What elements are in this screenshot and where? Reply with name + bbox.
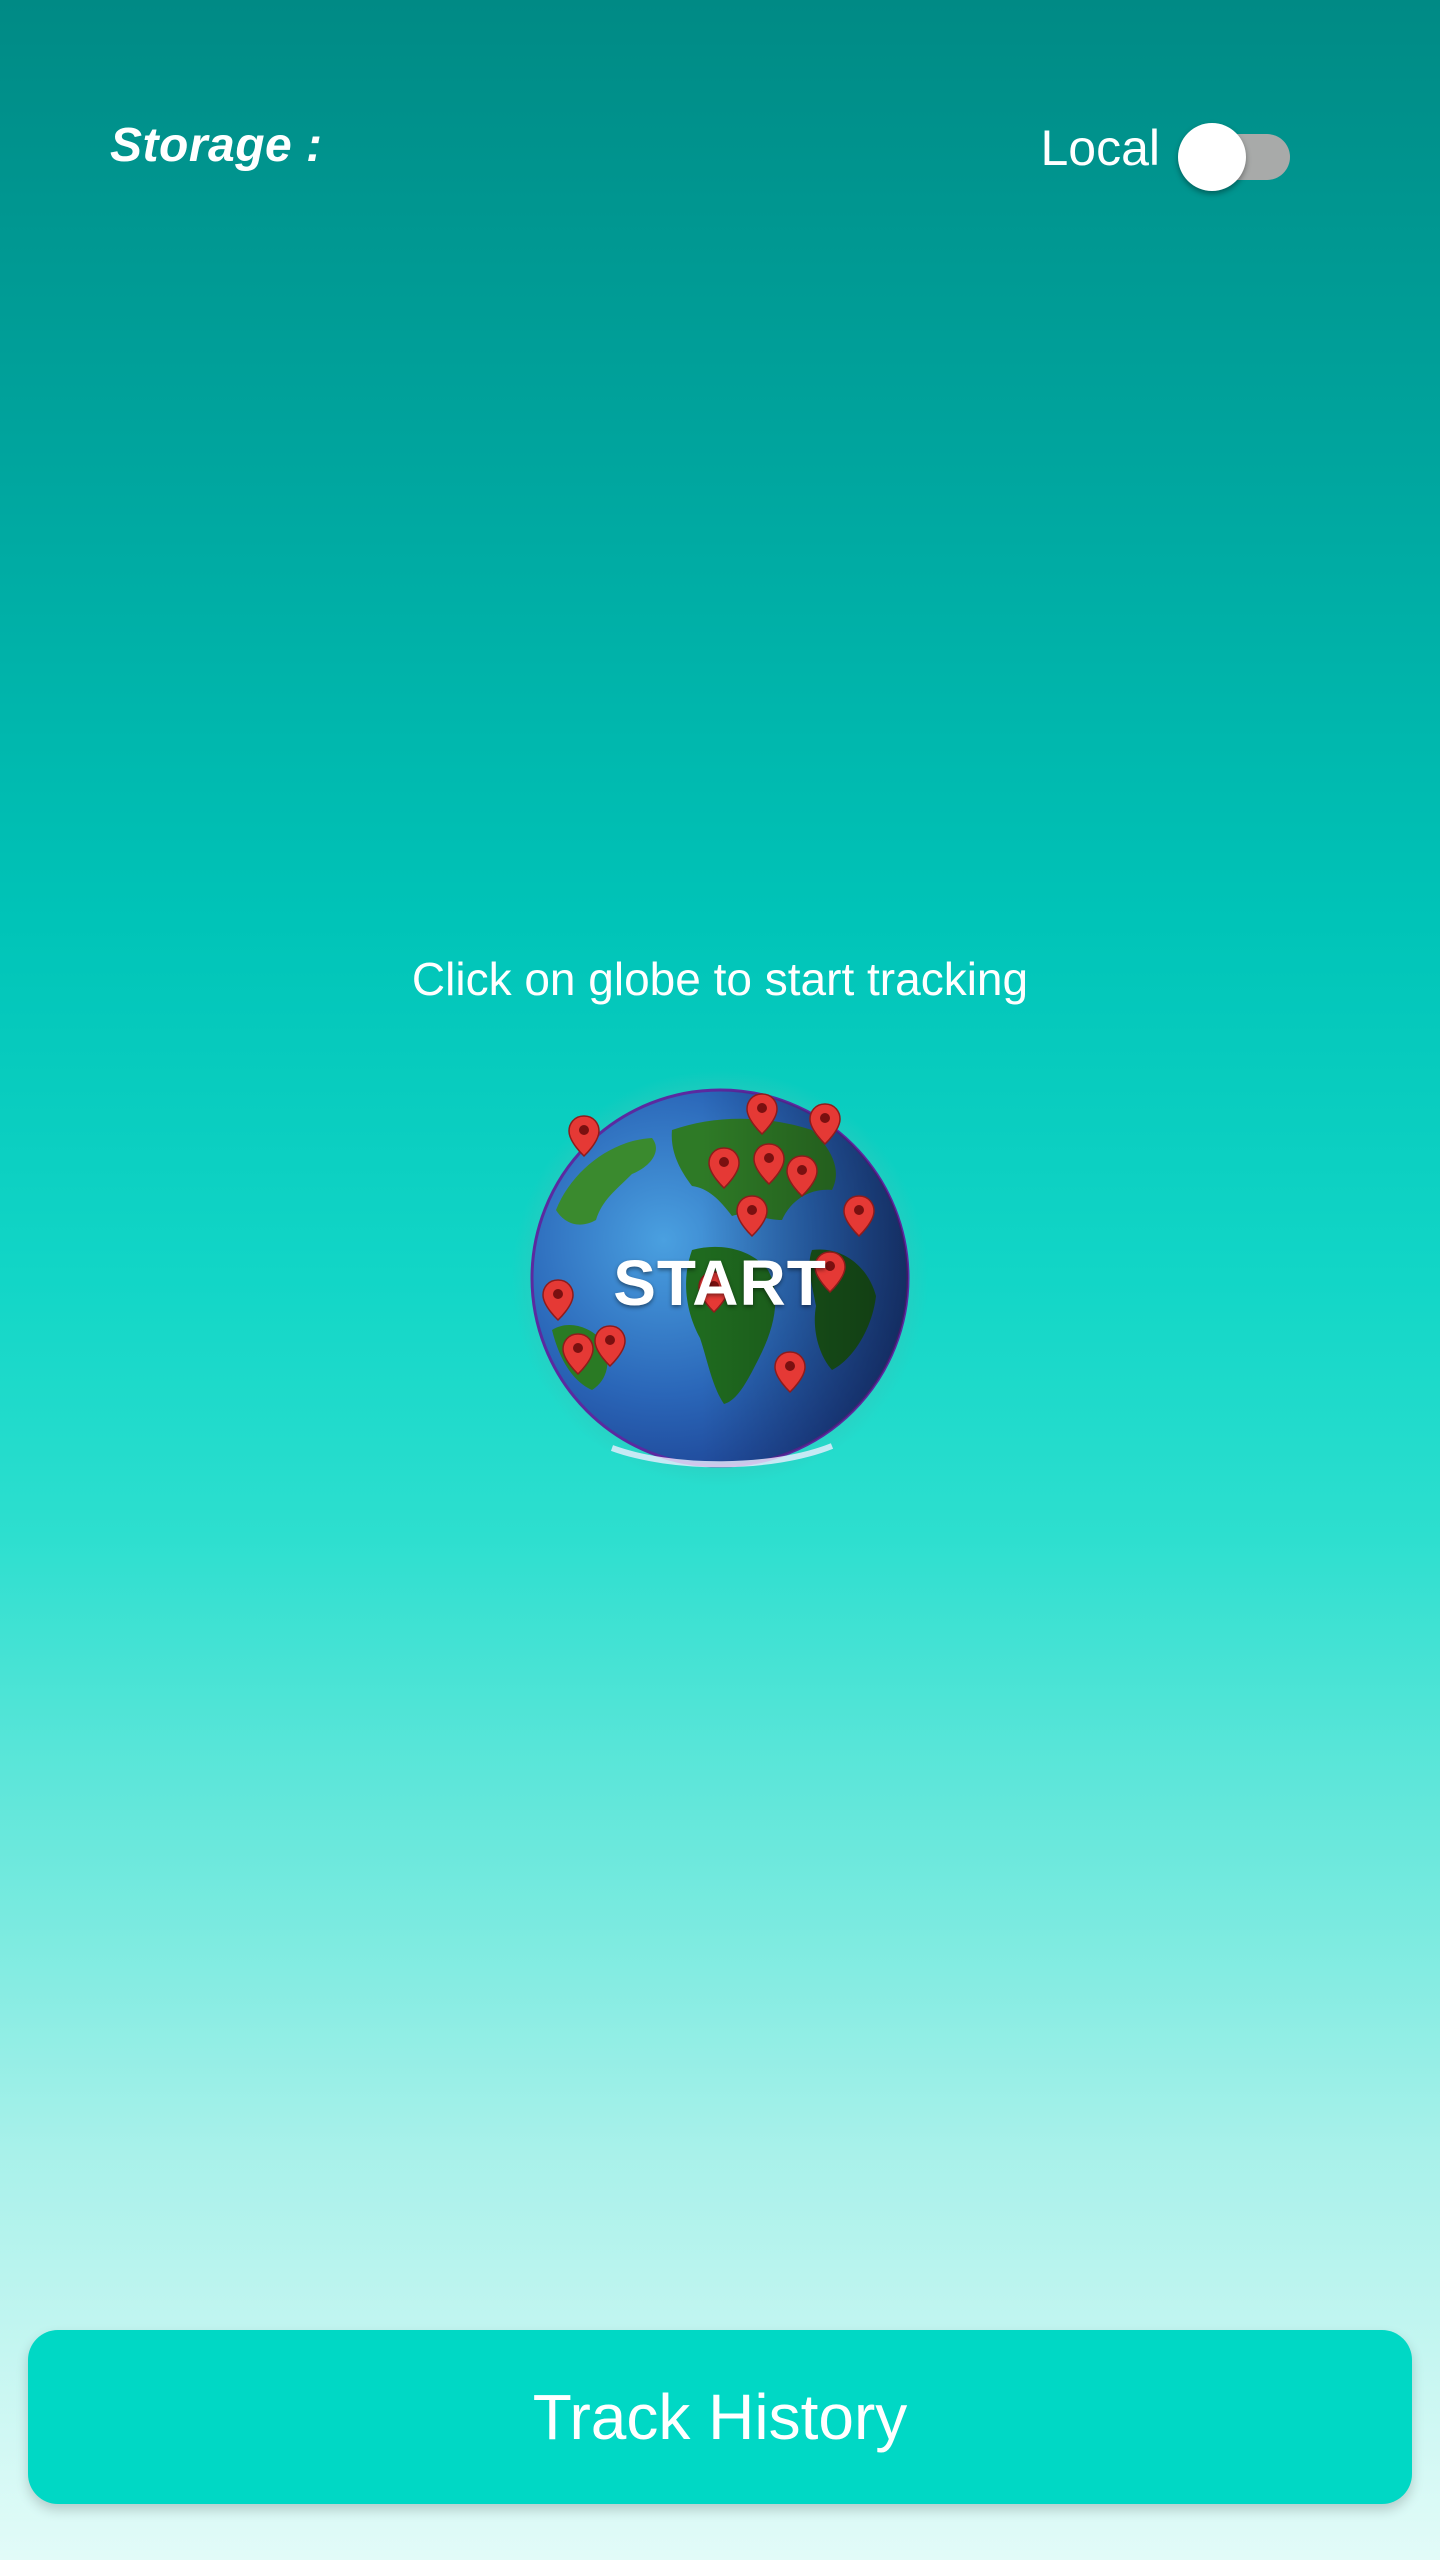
storage-toggle-switch[interactable]	[1178, 113, 1290, 191]
start-label: START	[613, 1247, 827, 1319]
tracking-instruction: Click on globe to start tracking	[411, 953, 1029, 1005]
storage-label: Storage :	[110, 119, 323, 172]
storage-toggle-label: Local	[1040, 120, 1160, 176]
storage-toggle-group: Local	[1040, 108, 1290, 191]
track-history-label: Track History	[532, 2381, 908, 2453]
start-tracking-button[interactable]: START	[512, 1070, 928, 1486]
track-history-button[interactable]: Track History	[28, 2330, 1412, 2504]
switch-thumb	[1178, 123, 1246, 191]
